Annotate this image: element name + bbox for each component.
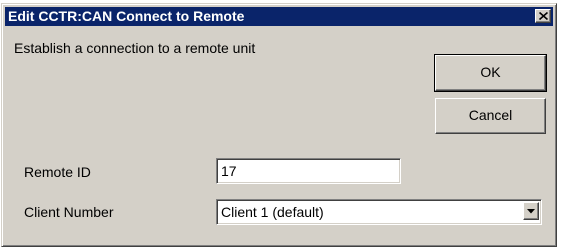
close-icon [539,12,548,20]
remote-id-field[interactable]: 17 [216,158,401,184]
close-button[interactable] [535,9,551,23]
description-text: Establish a connection to a remote unit [14,40,256,56]
window-title: Edit CCTR:CAN Connect to Remote [8,8,245,24]
connect-remote-dialog: Edit CCTR:CAN Connect to Remote Establis… [1,3,557,247]
dropdown-button[interactable] [523,202,539,220]
client-number-select[interactable]: Client 1 (default) [216,199,542,225]
title-bar[interactable]: Edit CCTR:CAN Connect to Remote [5,7,553,26]
remote-id-value: 17 [221,163,237,179]
chevron-down-icon [527,209,535,214]
remote-id-label: Remote ID [24,164,91,180]
client-number-label: Client Number [24,204,114,220]
client-number-value: Client 1 (default) [221,204,324,220]
cancel-button[interactable]: Cancel [435,98,546,134]
ok-button[interactable]: OK [434,54,547,92]
